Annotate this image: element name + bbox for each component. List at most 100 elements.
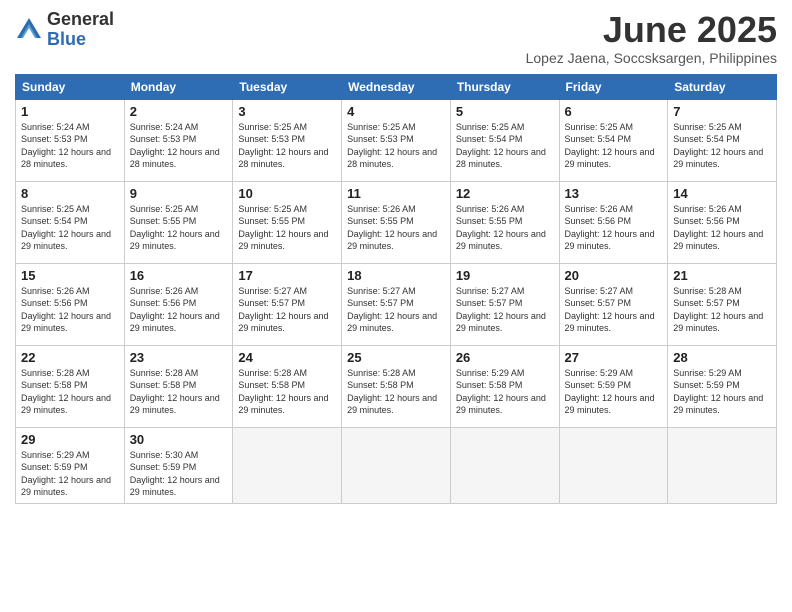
day-number: 29 xyxy=(21,432,119,447)
daylight-text: Daylight: 12 hours and 29 minutes. xyxy=(673,392,771,417)
table-row: 26 Sunrise: 5:29 AM Sunset: 5:58 PM Dayl… xyxy=(450,345,559,427)
sunset-text: Sunset: 5:57 PM xyxy=(673,297,771,310)
logo-general-text: General xyxy=(47,10,114,30)
daylight-text: Daylight: 12 hours and 29 minutes. xyxy=(21,228,119,253)
month-title: June 2025 xyxy=(526,10,777,50)
day-info: Sunrise: 5:25 AM Sunset: 5:53 PM Dayligh… xyxy=(347,121,445,171)
day-number: 3 xyxy=(238,104,336,119)
day-number: 10 xyxy=(238,186,336,201)
day-number: 11 xyxy=(347,186,445,201)
sunrise-text: Sunrise: 5:28 AM xyxy=(347,367,445,380)
day-info: Sunrise: 5:29 AM Sunset: 5:59 PM Dayligh… xyxy=(565,367,663,417)
table-row: 3 Sunrise: 5:25 AM Sunset: 5:53 PM Dayli… xyxy=(233,99,342,181)
day-number: 30 xyxy=(130,432,228,447)
sunrise-text: Sunrise: 5:26 AM xyxy=(21,285,119,298)
sunset-text: Sunset: 5:56 PM xyxy=(21,297,119,310)
sunset-text: Sunset: 5:59 PM xyxy=(130,461,228,474)
daylight-text: Daylight: 12 hours and 28 minutes. xyxy=(347,146,445,171)
table-row: 24 Sunrise: 5:28 AM Sunset: 5:58 PM Dayl… xyxy=(233,345,342,427)
day-info: Sunrise: 5:27 AM Sunset: 5:57 PM Dayligh… xyxy=(565,285,663,335)
calendar-table: Sunday Monday Tuesday Wednesday Thursday… xyxy=(15,74,777,504)
daylight-text: Daylight: 12 hours and 29 minutes. xyxy=(456,310,554,335)
day-number: 8 xyxy=(21,186,119,201)
sunrise-text: Sunrise: 5:26 AM xyxy=(456,203,554,216)
sunrise-text: Sunrise: 5:27 AM xyxy=(456,285,554,298)
sunset-text: Sunset: 5:55 PM xyxy=(347,215,445,228)
sunrise-text: Sunrise: 5:25 AM xyxy=(347,121,445,134)
sunset-text: Sunset: 5:57 PM xyxy=(456,297,554,310)
sunset-text: Sunset: 5:54 PM xyxy=(673,133,771,146)
sunrise-text: Sunrise: 5:25 AM xyxy=(673,121,771,134)
daylight-text: Daylight: 12 hours and 29 minutes. xyxy=(673,310,771,335)
sunrise-text: Sunrise: 5:29 AM xyxy=(673,367,771,380)
table-row: 23 Sunrise: 5:28 AM Sunset: 5:58 PM Dayl… xyxy=(124,345,233,427)
day-info: Sunrise: 5:24 AM Sunset: 5:53 PM Dayligh… xyxy=(21,121,119,171)
table-row: 5 Sunrise: 5:25 AM Sunset: 5:54 PM Dayli… xyxy=(450,99,559,181)
table-row: 2 Sunrise: 5:24 AM Sunset: 5:53 PM Dayli… xyxy=(124,99,233,181)
sunset-text: Sunset: 5:54 PM xyxy=(456,133,554,146)
sunset-text: Sunset: 5:59 PM xyxy=(673,379,771,392)
table-row: 22 Sunrise: 5:28 AM Sunset: 5:58 PM Dayl… xyxy=(16,345,125,427)
table-row: 25 Sunrise: 5:28 AM Sunset: 5:58 PM Dayl… xyxy=(342,345,451,427)
daylight-text: Daylight: 12 hours and 29 minutes. xyxy=(347,310,445,335)
day-number: 9 xyxy=(130,186,228,201)
day-info: Sunrise: 5:28 AM Sunset: 5:58 PM Dayligh… xyxy=(130,367,228,417)
day-info: Sunrise: 5:28 AM Sunset: 5:58 PM Dayligh… xyxy=(21,367,119,417)
daylight-text: Daylight: 12 hours and 29 minutes. xyxy=(565,228,663,253)
table-row: 27 Sunrise: 5:29 AM Sunset: 5:59 PM Dayl… xyxy=(559,345,668,427)
sunrise-text: Sunrise: 5:25 AM xyxy=(238,203,336,216)
sunrise-text: Sunrise: 5:25 AM xyxy=(21,203,119,216)
day-number: 20 xyxy=(565,268,663,283)
day-number: 21 xyxy=(673,268,771,283)
sunset-text: Sunset: 5:53 PM xyxy=(21,133,119,146)
daylight-text: Daylight: 12 hours and 29 minutes. xyxy=(565,310,663,335)
calendar-header-row: Sunday Monday Tuesday Wednesday Thursday… xyxy=(16,74,777,99)
sunset-text: Sunset: 5:58 PM xyxy=(456,379,554,392)
day-number: 16 xyxy=(130,268,228,283)
day-info: Sunrise: 5:26 AM Sunset: 5:55 PM Dayligh… xyxy=(456,203,554,253)
day-info: Sunrise: 5:29 AM Sunset: 5:59 PM Dayligh… xyxy=(21,449,119,499)
day-info: Sunrise: 5:26 AM Sunset: 5:56 PM Dayligh… xyxy=(21,285,119,335)
day-number: 1 xyxy=(21,104,119,119)
daylight-text: Daylight: 12 hours and 29 minutes. xyxy=(21,310,119,335)
table-row: 6 Sunrise: 5:25 AM Sunset: 5:54 PM Dayli… xyxy=(559,99,668,181)
sunrise-text: Sunrise: 5:26 AM xyxy=(347,203,445,216)
day-info: Sunrise: 5:29 AM Sunset: 5:59 PM Dayligh… xyxy=(673,367,771,417)
table-row: 28 Sunrise: 5:29 AM Sunset: 5:59 PM Dayl… xyxy=(668,345,777,427)
day-info: Sunrise: 5:28 AM Sunset: 5:58 PM Dayligh… xyxy=(347,367,445,417)
day-number: 2 xyxy=(130,104,228,119)
day-number: 26 xyxy=(456,350,554,365)
sunrise-text: Sunrise: 5:30 AM xyxy=(130,449,228,462)
day-number: 4 xyxy=(347,104,445,119)
sunrise-text: Sunrise: 5:29 AM xyxy=(565,367,663,380)
sunset-text: Sunset: 5:58 PM xyxy=(21,379,119,392)
sunset-text: Sunset: 5:53 PM xyxy=(130,133,228,146)
sunrise-text: Sunrise: 5:28 AM xyxy=(238,367,336,380)
header-tuesday: Tuesday xyxy=(233,74,342,99)
daylight-text: Daylight: 12 hours and 29 minutes. xyxy=(347,392,445,417)
day-info: Sunrise: 5:26 AM Sunset: 5:56 PM Dayligh… xyxy=(130,285,228,335)
title-section: June 2025 Lopez Jaena, Soccsksargen, Phi… xyxy=(526,10,777,66)
sunset-text: Sunset: 5:55 PM xyxy=(238,215,336,228)
daylight-text: Daylight: 12 hours and 29 minutes. xyxy=(238,228,336,253)
sunrise-text: Sunrise: 5:27 AM xyxy=(238,285,336,298)
sunset-text: Sunset: 5:58 PM xyxy=(347,379,445,392)
day-info: Sunrise: 5:26 AM Sunset: 5:56 PM Dayligh… xyxy=(565,203,663,253)
day-number: 18 xyxy=(347,268,445,283)
table-row: 1 Sunrise: 5:24 AM Sunset: 5:53 PM Dayli… xyxy=(16,99,125,181)
day-info: Sunrise: 5:24 AM Sunset: 5:53 PM Dayligh… xyxy=(130,121,228,171)
sunrise-text: Sunrise: 5:24 AM xyxy=(130,121,228,134)
sunrise-text: Sunrise: 5:25 AM xyxy=(565,121,663,134)
daylight-text: Daylight: 12 hours and 29 minutes. xyxy=(456,392,554,417)
table-row: 12 Sunrise: 5:26 AM Sunset: 5:55 PM Dayl… xyxy=(450,181,559,263)
table-row: 7 Sunrise: 5:25 AM Sunset: 5:54 PM Dayli… xyxy=(668,99,777,181)
daylight-text: Daylight: 12 hours and 29 minutes. xyxy=(130,474,228,499)
sunset-text: Sunset: 5:59 PM xyxy=(565,379,663,392)
logo-text: General Blue xyxy=(47,10,114,50)
daylight-text: Daylight: 12 hours and 29 minutes. xyxy=(130,310,228,335)
day-number: 14 xyxy=(673,186,771,201)
sunrise-text: Sunrise: 5:28 AM xyxy=(673,285,771,298)
table-row xyxy=(450,427,559,503)
daylight-text: Daylight: 12 hours and 29 minutes. xyxy=(456,228,554,253)
table-row xyxy=(668,427,777,503)
